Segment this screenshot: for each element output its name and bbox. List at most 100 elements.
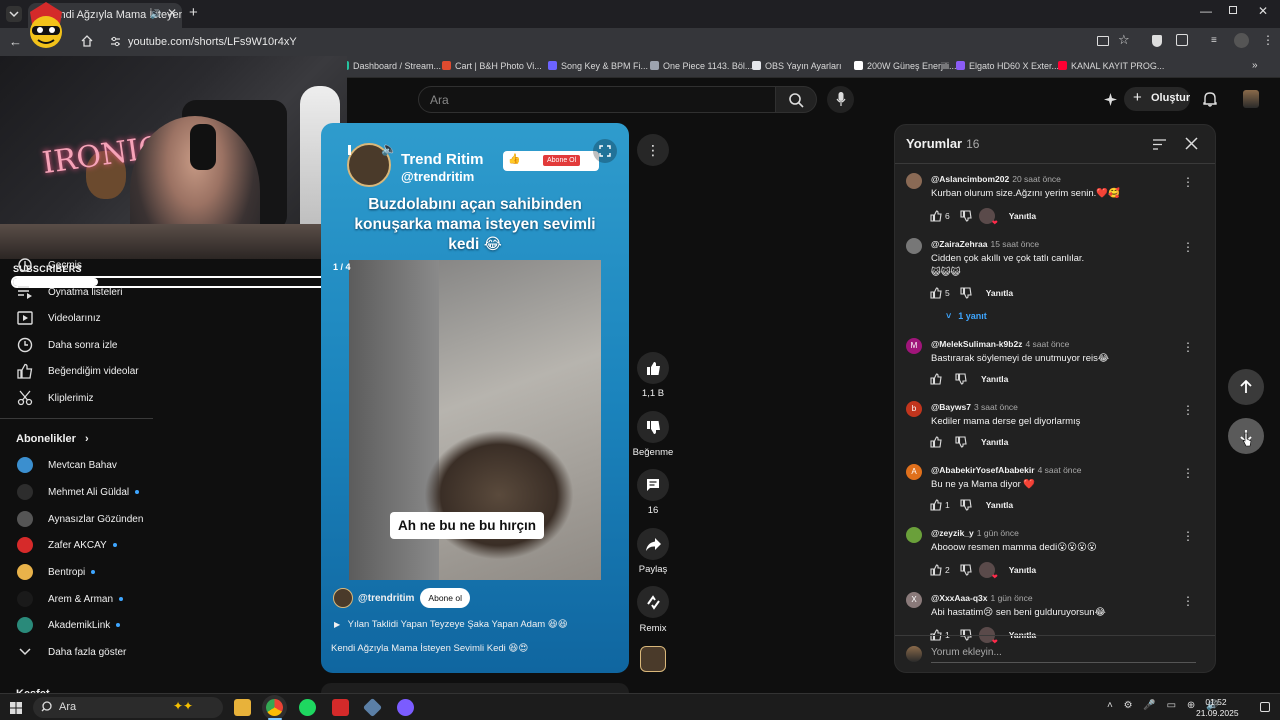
comment-more-icon[interactable]: ⋮ — [1182, 240, 1194, 254]
minimize-icon[interactable]: — — [1200, 4, 1212, 18]
create-button[interactable]: + Oluştur — [1124, 87, 1190, 111]
comment-author[interactable]: @Bayws7 3 saat önce — [931, 402, 1018, 412]
back-icon[interactable]: ← — [9, 34, 22, 49]
comment-author[interactable]: @Aslancimbom202 20 saat önce — [931, 174, 1061, 184]
bookmark-item[interactable]: 200W Güneş Enerjili... — [854, 61, 957, 71]
reply-button[interactable]: Yanıtla — [981, 374, 1008, 384]
reply-button[interactable]: Yanıtla — [986, 288, 1013, 298]
comment-more-icon[interactable]: ⋮ — [1182, 175, 1194, 189]
tab-list-icon[interactable] — [6, 6, 22, 22]
commenter-avatar[interactable] — [906, 238, 922, 254]
view-replies-button[interactable]: ˅ 1 yanıt — [946, 311, 987, 321]
tab-audio-icon[interactable]: 🔊 — [150, 9, 161, 20]
comment-like-icon[interactable] — [930, 499, 942, 511]
site-info-icon[interactable] — [110, 36, 121, 47]
sidebar-item[interactable]: Beğendiğim videolar — [17, 360, 139, 382]
subscription-item[interactable]: AkademikLink — [17, 614, 121, 636]
reply-button[interactable]: Yanıtla — [1009, 565, 1036, 575]
comment-more-icon[interactable]: ⋮ — [1182, 529, 1194, 543]
sort-icon[interactable] — [1153, 139, 1166, 150]
bookmark-item[interactable]: Elgato HD60 X Exter... — [956, 61, 1059, 71]
fullscreen-icon[interactable] — [593, 139, 617, 163]
notifications-bell-icon[interactable] — [1203, 91, 1217, 107]
previous-video-button[interactable] — [1228, 369, 1264, 405]
comment-dislike-icon[interactable] — [960, 564, 972, 576]
comment-like-icon[interactable] — [930, 210, 942, 222]
chrome-icon[interactable] — [266, 699, 283, 716]
sidebar-item[interactable]: Videolarınız — [17, 307, 101, 329]
voicemeeter-icon[interactable] — [332, 699, 349, 716]
shield-icon[interactable] — [1152, 35, 1162, 47]
remix-button[interactable] — [637, 586, 669, 618]
taskbar-search-input[interactable]: Ara ✦✦ — [33, 697, 223, 718]
comment-more-icon[interactable]: ⋮ — [1182, 403, 1194, 417]
taskbar-clock[interactable]: 01:52 21.09.2025 — [1196, 697, 1239, 719]
comment-author[interactable]: @zeyzik_y 1 gün önce — [931, 528, 1019, 538]
close-panel-icon[interactable] — [1185, 137, 1198, 150]
extensions-icon[interactable] — [1176, 34, 1188, 46]
add-comment-input[interactable]: Yorum ekleyin... — [931, 647, 1196, 663]
subscription-item[interactable]: Zafer AKCAY — [17, 534, 117, 556]
subscriptions-heading[interactable]: Abonelikler › — [16, 433, 89, 445]
file-explorer-icon[interactable] — [234, 699, 251, 716]
subscription-item[interactable]: Arem & Arman — [17, 588, 124, 610]
sidebar-item[interactable]: Geçmiş — [17, 254, 82, 276]
channel-avatar[interactable] — [333, 588, 353, 608]
voice-search-button[interactable] — [827, 86, 854, 113]
volume-icon[interactable]: 🔈 — [381, 141, 397, 157]
comment-dislike-icon[interactable] — [955, 373, 967, 385]
reply-button[interactable]: Yanıtla — [1009, 211, 1036, 221]
subscribe-button[interactable]: Abone ol — [420, 588, 470, 608]
commenter-avatar[interactable] — [906, 527, 922, 543]
comment-author[interactable]: @ZairaZehraa 15 saat önce — [931, 239, 1039, 249]
bookmark-item[interactable]: Dashboard / Stream... — [340, 61, 441, 71]
profile-avatar[interactable] — [1234, 33, 1249, 48]
subscription-item[interactable]: Mehmet Ali Güldal — [17, 481, 140, 503]
comments-button[interactable] — [637, 469, 669, 501]
network-app-icon[interactable] — [362, 697, 383, 718]
commenter-avatar[interactable]: A — [906, 464, 922, 480]
browser-menu-icon[interactable]: ⋮ — [1262, 33, 1274, 47]
account-avatar[interactable] — [1243, 90, 1259, 108]
bookmark-item[interactable]: Cart | B&H Photo Vi... — [442, 61, 542, 71]
commenter-avatar[interactable] — [906, 173, 922, 189]
comment-like-icon[interactable] — [930, 564, 942, 576]
comment-author[interactable]: @AbabekirYosefAbabekir 4 saat önce — [931, 465, 1082, 475]
bookmarks-overflow-icon[interactable]: » — [1252, 60, 1258, 71]
sidebar-item[interactable]: Oynatma listeleri — [17, 281, 122, 303]
windows-start-icon[interactable] — [10, 702, 22, 714]
subscription-item[interactable]: Aynasızlar Gözünden — [17, 508, 143, 530]
bookmark-item[interactable]: One Piece 1143. Böl... — [650, 61, 752, 71]
new-tab-icon[interactable]: + — [189, 4, 198, 21]
close-window-icon[interactable]: ✕ — [1258, 4, 1268, 18]
more-options-icon[interactable]: ⋮ — [637, 134, 669, 166]
comment-like-icon[interactable] — [930, 373, 942, 385]
cast-icon[interactable] — [1097, 36, 1109, 46]
dislike-button[interactable] — [637, 411, 669, 443]
bookmark-star-icon[interactable]: ☆ — [1118, 32, 1130, 48]
media-icon[interactable]: ≡ — [1211, 35, 1217, 46]
channel-handle[interactable]: @trendritim — [358, 593, 414, 604]
tab-close-icon[interactable]: ✕ — [167, 6, 177, 20]
comment-author[interactable]: @XxxAaa-q3x 1 gün önce — [931, 593, 1033, 603]
url-field[interactable]: youtube.com/shorts/LFs9W10r4xY — [100, 33, 1140, 51]
comment-dislike-icon[interactable] — [955, 436, 967, 448]
subscription-item[interactable]: Mevtcan Bahav — [17, 454, 117, 476]
search-input[interactable]: Ara — [418, 86, 776, 113]
comment-dislike-icon[interactable] — [960, 210, 972, 222]
sidebar-item[interactable]: Kliplerimiz — [17, 387, 94, 409]
like-button[interactable] — [637, 352, 669, 384]
bookmark-item[interactable]: Song Key & BPM Fi... — [548, 61, 648, 71]
sound-channel-avatar[interactable] — [640, 646, 666, 672]
comment-dislike-icon[interactable] — [960, 287, 972, 299]
discord-icon[interactable] — [397, 699, 414, 716]
sidebar-item[interactable]: Daha sonra izle — [17, 334, 117, 356]
share-button[interactable] — [637, 528, 669, 560]
restore-icon[interactable] — [1229, 6, 1237, 14]
show-more-button[interactable]: Daha fazla göster — [17, 641, 126, 663]
commenter-avatar[interactable]: X — [906, 592, 922, 608]
commenter-avatar[interactable]: b — [906, 401, 922, 417]
reply-button[interactable]: Yanıtla — [986, 500, 1013, 510]
next-video-preview[interactable] — [321, 683, 629, 693]
comment-more-icon[interactable]: ⋮ — [1182, 466, 1194, 480]
